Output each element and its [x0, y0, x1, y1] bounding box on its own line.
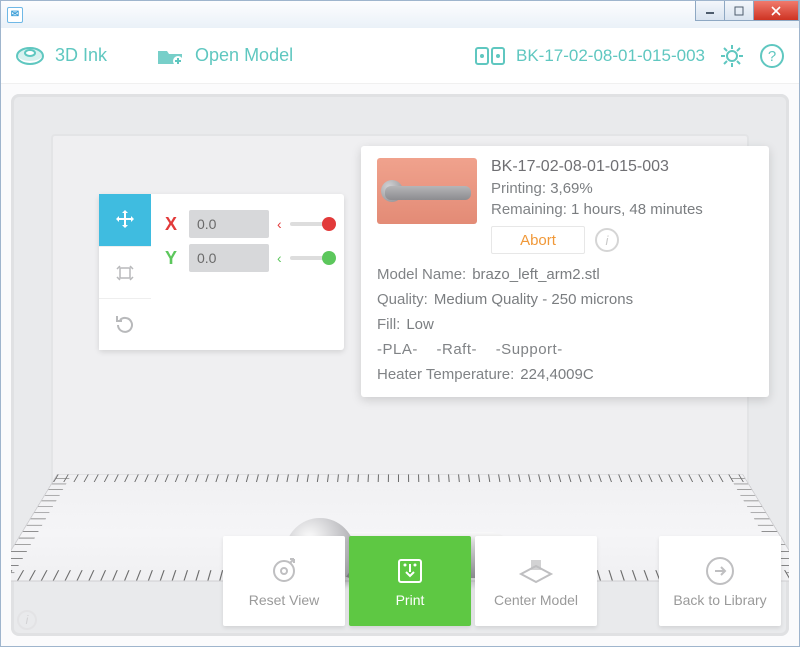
ink-button[interactable]: 3D Ink [15, 45, 107, 67]
printing-value: 3,69% [550, 180, 593, 197]
svg-text:?: ? [768, 48, 776, 65]
scale-tool-button[interactable] [99, 246, 151, 298]
fill-value: Low [406, 316, 434, 333]
heater-value: 224,4009C [520, 366, 593, 383]
print-button[interactable]: Print [349, 536, 471, 626]
spool-icon [15, 45, 45, 67]
y-slider[interactable] [290, 256, 330, 260]
back-to-library-label: Back to Library [673, 592, 766, 608]
status-title: BK-17-02-08-01-015-003 [491, 158, 753, 176]
fill-label: Fill: [377, 316, 400, 333]
minimize-icon [705, 6, 715, 16]
printer-selector[interactable]: BK-17-02-08-01-015-003 [474, 45, 705, 67]
axis-x-label: X [165, 214, 181, 235]
printing-label: Printing: [491, 180, 546, 197]
help-button[interactable]: ? [759, 43, 785, 69]
settings-button[interactable] [719, 43, 745, 69]
back-to-library-button[interactable]: Back to Library [659, 536, 781, 626]
reset-view-label: Reset View [249, 592, 320, 608]
remaining-label: Remaining: [491, 201, 567, 218]
tag-1: -Raft- [437, 341, 478, 358]
axis-y-label: Y [165, 248, 181, 269]
help-icon: ? [759, 43, 785, 69]
abort-label: Abort [520, 232, 556, 249]
move-tool-button[interactable] [99, 194, 151, 246]
reset-view-button[interactable]: Reset View [223, 536, 345, 626]
app-icon: ✉ [7, 7, 23, 23]
print-icon [393, 554, 427, 588]
quality-value: Medium Quality - 250 microns [434, 291, 633, 308]
abort-button[interactable]: Abort [491, 226, 585, 254]
maximize-button[interactable] [724, 1, 754, 21]
ink-label: 3D Ink [55, 45, 107, 66]
heater-label: Heater Temperature: [377, 366, 514, 383]
status-info-button[interactable]: i [595, 228, 619, 252]
rotate-tool-button[interactable] [99, 298, 151, 350]
close-button[interactable] [753, 1, 799, 21]
folder-open-icon [155, 45, 185, 67]
print-status-card: BK-17-02-08-01-015-003 Printing: 3,69% R… [361, 146, 769, 397]
y-position-input[interactable] [189, 244, 269, 272]
printer-chip-icon [474, 45, 506, 67]
top-toolbar: 3D Ink Open Model BK-17-02-08-01-015-003… [1, 28, 799, 84]
back-arrow-icon [703, 554, 737, 588]
maximize-icon [734, 6, 744, 16]
window-titlebar: ✉ [0, 0, 800, 28]
model-name-value: brazo_left_arm2.stl [472, 266, 600, 283]
reset-view-icon [267, 554, 301, 588]
x-position-input[interactable] [189, 210, 269, 238]
y-decrement-icon[interactable]: ‹ [277, 250, 282, 266]
x-slider[interactable] [290, 222, 330, 226]
open-model-button[interactable]: Open Model [155, 45, 293, 67]
printer-name-label: BK-17-02-08-01-015-003 [516, 46, 705, 66]
info-icon: i [26, 613, 29, 627]
transform-panel: X ‹ Y ‹ [99, 194, 344, 350]
tag-0: -PLA- [377, 341, 418, 358]
center-model-button[interactable]: Center Model [475, 536, 597, 626]
minimize-button[interactable] [695, 1, 725, 21]
bottom-action-bar: Reset View Print Center Model [11, 536, 789, 626]
print-label: Print [396, 592, 425, 608]
model-thumbnail [377, 158, 477, 224]
viewport-stage[interactable]: X ‹ Y ‹ [1, 84, 799, 646]
quality-label: Quality: [377, 291, 428, 308]
gear-icon [719, 43, 745, 69]
model-name-label: Model Name: [377, 266, 466, 283]
rotate-icon [113, 313, 137, 337]
stage-frame: X ‹ Y ‹ [11, 94, 789, 636]
tag-2: -Support- [496, 341, 563, 358]
x-slider-knob[interactable] [322, 217, 336, 231]
move-icon [113, 208, 137, 232]
close-icon [771, 6, 781, 16]
y-slider-knob[interactable] [322, 251, 336, 265]
open-model-label: Open Model [195, 45, 293, 66]
center-model-label: Center Model [494, 592, 578, 608]
material-tags: -PLA- -Raft- -Support- [377, 341, 753, 358]
scale-icon [113, 261, 137, 285]
x-decrement-icon[interactable]: ‹ [277, 216, 282, 232]
corner-info-button[interactable]: i [17, 610, 37, 630]
info-icon: i [606, 233, 609, 248]
center-model-icon [517, 554, 555, 588]
remaining-value: 1 hours, 48 minutes [571, 201, 703, 218]
